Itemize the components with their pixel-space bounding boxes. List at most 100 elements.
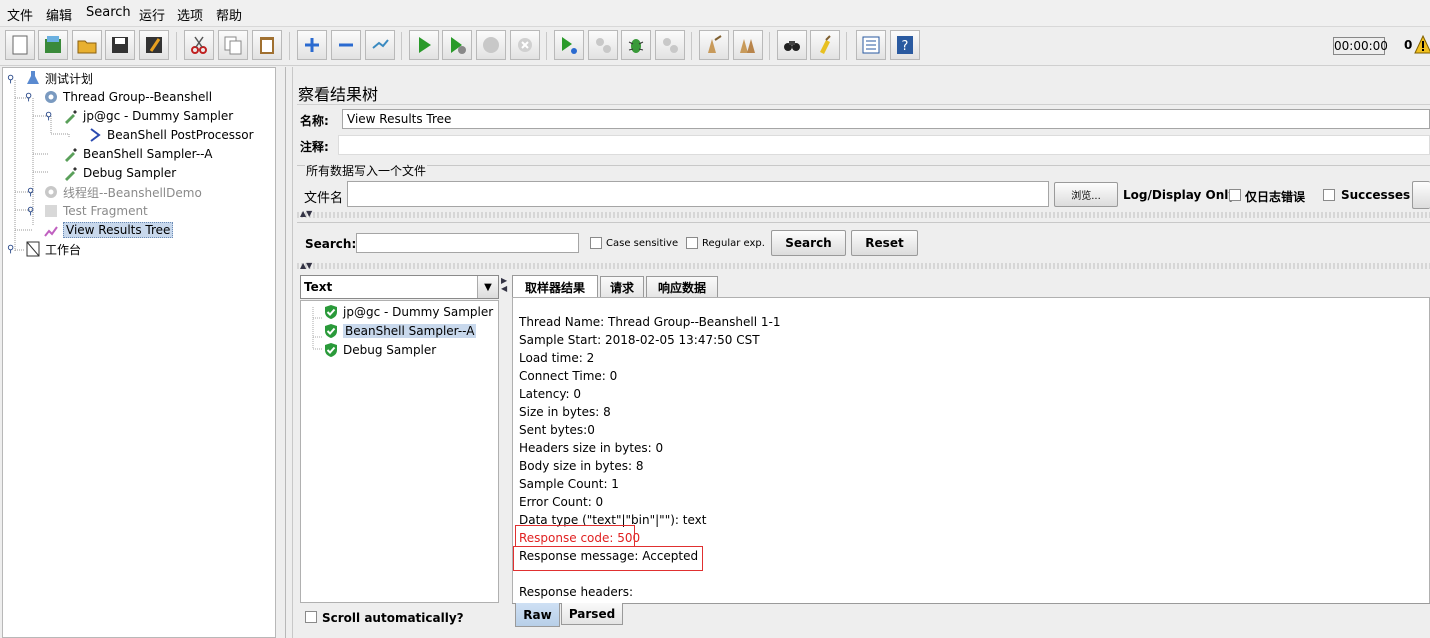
highlight-box-response-message <box>513 546 703 571</box>
chevron-down-icon[interactable]: ▼ <box>477 276 498 298</box>
comment-label: 注释: <box>300 140 329 154</box>
expand-toggle-icon[interactable]: ⚲ <box>27 206 34 217</box>
menu-run[interactable]: 运行 <box>139 5 165 24</box>
result-item-debug-sampler[interactable]: Debug Sampler <box>323 341 436 359</box>
tree-node-label: jp@gc - Dummy Sampler <box>83 109 234 123</box>
toggle-button[interactable] <box>365 30 395 60</box>
search-icon <box>784 41 800 51</box>
highlight-box-response-code <box>515 525 635 547</box>
reset-button[interactable]: Reset <box>851 230 918 256</box>
search-label: Search: <box>305 237 357 251</box>
function-helper-button[interactable] <box>856 30 886 60</box>
new-button[interactable] <box>5 30 35 60</box>
result-item-dummy-sampler[interactable]: jp@gc - Dummy Sampler <box>323 303 493 321</box>
remote-start-button[interactable] <box>554 30 584 60</box>
configure-button[interactable] <box>1412 181 1430 209</box>
remote-stop-icon <box>596 38 611 53</box>
open-button[interactable] <box>72 30 102 60</box>
search-input[interactable] <box>356 233 579 253</box>
tree-node-thread-group-disabled[interactable]: 线程组--BeanshellDemo <box>43 183 202 201</box>
tree-node-beanshell-sampler[interactable]: BeanShell Sampler--A <box>63 145 212 163</box>
name-field[interactable]: View Results Tree <box>342 109 1430 129</box>
tab-raw[interactable]: Raw <box>515 603 560 627</box>
clear-all-button[interactable] <box>733 30 763 60</box>
search-button[interactable]: Search <box>771 230 846 256</box>
tree-node-debug-sampler[interactable]: Debug Sampler <box>63 164 176 182</box>
divider-arrows-icon[interactable]: ▲▼ <box>300 209 312 218</box>
comment-field[interactable] <box>338 135 1430 155</box>
errors-only-label: 仅日志错误 <box>1245 190 1306 204</box>
reset-search-button[interactable] <box>810 30 840 60</box>
errors-only-checkbox[interactable] <box>1229 189 1241 201</box>
test-plan-tree[interactable]: ⚲ 测试计划 ⚲ Thread Group--Beanshell ⚲ jp@gc… <box>2 67 276 638</box>
renderer-select[interactable]: Text ▼ <box>300 275 499 299</box>
tree-node-view-results-tree[interactable]: View Results Tree <box>43 221 174 239</box>
cut-button[interactable] <box>184 30 214 60</box>
regex-checkbox[interactable] <box>686 237 698 249</box>
remote-shutdown-button[interactable] <box>655 30 685 60</box>
copy-button[interactable] <box>218 30 248 60</box>
tree-node-postprocessor[interactable]: BeanShell PostProcessor <box>87 126 254 144</box>
tree-node-thread-group[interactable]: Thread Group--Beanshell <box>43 88 212 106</box>
split-arrows-icon[interactable]: ▶ ◀ <box>501 277 507 293</box>
warning-icon[interactable] <box>1414 35 1430 55</box>
start-no-pause-button[interactable] <box>442 30 472 60</box>
expand-toggle-icon[interactable]: ⚲ <box>25 92 32 103</box>
paste-button[interactable] <box>252 30 282 60</box>
expand-toggle-icon[interactable]: ⚲ <box>7 74 14 85</box>
result-line: Size in bytes: 8 <box>519 405 611 419</box>
remote-shutdown-icon <box>663 38 678 53</box>
tree-node-workbench[interactable]: 工作台 <box>25 240 81 258</box>
menu-search[interactable]: Search <box>86 5 131 20</box>
menu-file[interactable]: 文件 <box>7 5 33 24</box>
menu-edit[interactable]: 编辑 <box>46 5 72 24</box>
split-divider-2[interactable] <box>297 263 1430 269</box>
shutdown-button[interactable] <box>510 30 540 60</box>
tab-response-data[interactable]: 响应数据 <box>646 276 718 298</box>
stop-button[interactable] <box>476 30 506 60</box>
remote-stop-button[interactable] <box>588 30 618 60</box>
search-button-toolbar[interactable] <box>777 30 807 60</box>
scroll-auto-checkbox[interactable] <box>305 611 317 623</box>
save-as-button[interactable] <box>139 30 169 60</box>
expand-toggle-icon[interactable]: ⚲ <box>45 111 52 122</box>
result-line: Response headers: <box>519 585 634 599</box>
expand-button[interactable] <box>297 30 327 60</box>
result-line: Error Count: 0 <box>519 495 604 509</box>
log-display-label: Log/Display Only: <box>1123 188 1241 202</box>
pipette-icon <box>65 167 77 181</box>
result-line: Sample Start: 2018-02-05 13:47:50 CST <box>519 333 760 347</box>
tree-node-test-fragment[interactable]: Test Fragment <box>43 202 148 220</box>
tree-node-dummy-sampler[interactable]: jp@gc - Dummy Sampler <box>63 107 233 125</box>
collapse-button[interactable] <box>331 30 361 60</box>
save-as-icon <box>146 37 162 53</box>
tab-parsed[interactable]: Parsed <box>561 603 623 625</box>
menu-options[interactable]: 选项 <box>177 5 203 24</box>
expand-toggle-icon[interactable]: ⚲ <box>27 187 34 198</box>
tab-sampler-result[interactable]: 取样器结果 <box>512 275 598 299</box>
help-button[interactable]: ? <box>890 30 920 60</box>
successes-checkbox[interactable] <box>1323 189 1335 201</box>
tab-request[interactable]: 请求 <box>600 276 644 298</box>
start-button[interactable] <box>409 30 439 60</box>
result-line: Headers size in bytes: 0 <box>519 441 664 455</box>
menu-help[interactable]: 帮助 <box>216 5 242 24</box>
function-helper-icon <box>862 36 880 54</box>
clear-button[interactable] <box>699 30 729 60</box>
split-divider[interactable] <box>297 212 1430 218</box>
result-item-beanshell-sampler[interactable]: BeanShell Sampler--A <box>323 322 477 340</box>
remote-bug-button[interactable] <box>621 30 651 60</box>
result-list[interactable]: jp@gc - Dummy Sampler BeanShell Sampler-… <box>300 300 499 603</box>
case-sensitive-checkbox[interactable] <box>590 237 602 249</box>
save-button[interactable] <box>105 30 135 60</box>
gear-icon <box>45 91 57 103</box>
divider-arrows-icon[interactable]: ▲▼ <box>300 261 312 270</box>
expand-toggle-icon[interactable]: ⚲ <box>7 244 14 255</box>
browse-button[interactable]: 浏览... <box>1054 182 1118 207</box>
tree-node-test-plan[interactable]: 测试计划 <box>25 69 93 87</box>
regex-label: Regular exp. <box>702 238 765 249</box>
filename-input[interactable] <box>347 181 1049 207</box>
templates-icon <box>45 36 61 53</box>
templates-button[interactable] <box>38 30 68 60</box>
tree-node-label: BeanShell PostProcessor <box>107 128 254 142</box>
